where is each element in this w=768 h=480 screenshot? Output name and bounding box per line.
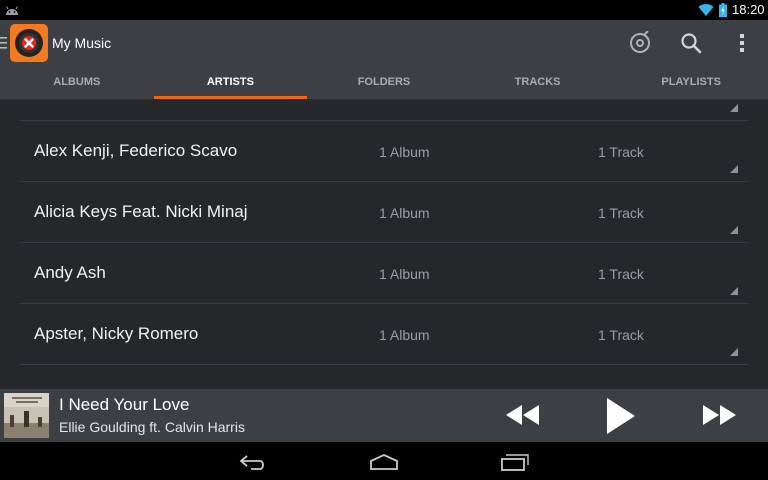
album-count: 1 Album: [379, 327, 430, 343]
home-button[interactable]: [366, 451, 402, 473]
list-item[interactable]: Andy Ash 1 Album 1 Track: [20, 243, 748, 304]
status-bar: 18:20: [0, 0, 768, 20]
album-count: 1 Album: [379, 205, 430, 221]
android-notification-icon: [6, 6, 18, 15]
tab-playlists[interactable]: PLAYLISTS: [614, 66, 768, 99]
now-playing-bar[interactable]: I Need Your Love Ellie Goulding ft. Calv…: [0, 389, 768, 442]
context-menu-indicator-icon[interactable]: [730, 226, 738, 234]
battery-icon: [719, 3, 727, 17]
cast-button[interactable]: [625, 28, 655, 58]
recent-apps-icon: [501, 454, 529, 471]
play-icon: [607, 397, 635, 434]
search-icon: [681, 33, 702, 54]
overflow-menu-icon: [740, 34, 744, 52]
back-button[interactable]: [236, 451, 272, 473]
tab-tracks[interactable]: TRACKS: [461, 66, 615, 99]
tab-folders[interactable]: FOLDERS: [307, 66, 461, 99]
fast-forward-icon: [703, 405, 736, 425]
app-logo-icon[interactable]: [10, 24, 48, 62]
artist-name: Alex Kenji, Federico Scavo: [34, 141, 238, 160]
album-art-image[interactable]: [4, 393, 49, 438]
list-item[interactable]: Alex Kenji, Federico Scavo 1 Album 1 Tra…: [20, 121, 748, 182]
list-item[interactable]: Apster, Nicky Romero 1 Album 1 Track: [20, 304, 748, 365]
home-icon: [370, 454, 398, 470]
app-window: 18:20 My Music ALBUMS ARTISTS FOLDERS TR…: [0, 0, 768, 480]
back-icon: [239, 455, 264, 470]
album-count: 1 Album: [379, 266, 430, 282]
list-item-partial-bottom[interactable]: [20, 365, 748, 389]
recent-apps-button[interactable]: [496, 451, 532, 473]
page-title: My Music: [52, 35, 112, 51]
tab-artists[interactable]: ARTISTS: [153, 66, 308, 99]
overflow-menu-button[interactable]: [727, 28, 757, 58]
system-navigation-bar: [0, 442, 768, 480]
now-playing-title: I Need Your Love: [59, 395, 190, 414]
context-menu-indicator-icon[interactable]: [730, 287, 738, 295]
status-clock: 18:20: [732, 2, 765, 17]
track-count: 1 Track: [598, 266, 644, 282]
artists-list[interactable]: Alex Kenji, Federico Scavo 1 Album 1 Tra…: [20, 100, 748, 389]
track-count: 1 Track: [598, 144, 644, 160]
fast-forward-button[interactable]: [696, 400, 742, 430]
drawer-indicator-icon[interactable]: [0, 36, 8, 50]
cast-icon: [630, 31, 650, 53]
context-menu-indicator-icon[interactable]: [730, 104, 738, 112]
search-button[interactable]: [676, 28, 706, 58]
context-menu-indicator-icon[interactable]: [730, 165, 738, 173]
rewind-button[interactable]: [500, 400, 546, 430]
tab-bar: ALBUMS ARTISTS FOLDERS TRACKS PLAYLISTS: [0, 66, 768, 100]
track-count: 1 Track: [598, 205, 644, 221]
now-playing-artist: Ellie Goulding ft. Calvin Harris: [59, 419, 245, 435]
list-item[interactable]: Alicia Keys Feat. Nicki Minaj 1 Album 1 …: [20, 182, 748, 243]
artist-name: Alicia Keys Feat. Nicki Minaj: [34, 202, 248, 221]
list-item-partial-top[interactable]: [20, 100, 748, 121]
tab-albums[interactable]: ALBUMS: [0, 66, 154, 99]
wifi-icon: [698, 4, 714, 17]
artist-name: Andy Ash: [34, 263, 106, 282]
action-bar: My Music: [0, 20, 768, 66]
rewind-icon: [506, 405, 539, 425]
context-menu-indicator-icon[interactable]: [730, 348, 738, 356]
artist-name: Apster, Nicky Romero: [34, 324, 199, 343]
album-count: 1 Album: [379, 144, 430, 160]
play-button[interactable]: [598, 394, 644, 437]
track-count: 1 Track: [598, 327, 644, 343]
